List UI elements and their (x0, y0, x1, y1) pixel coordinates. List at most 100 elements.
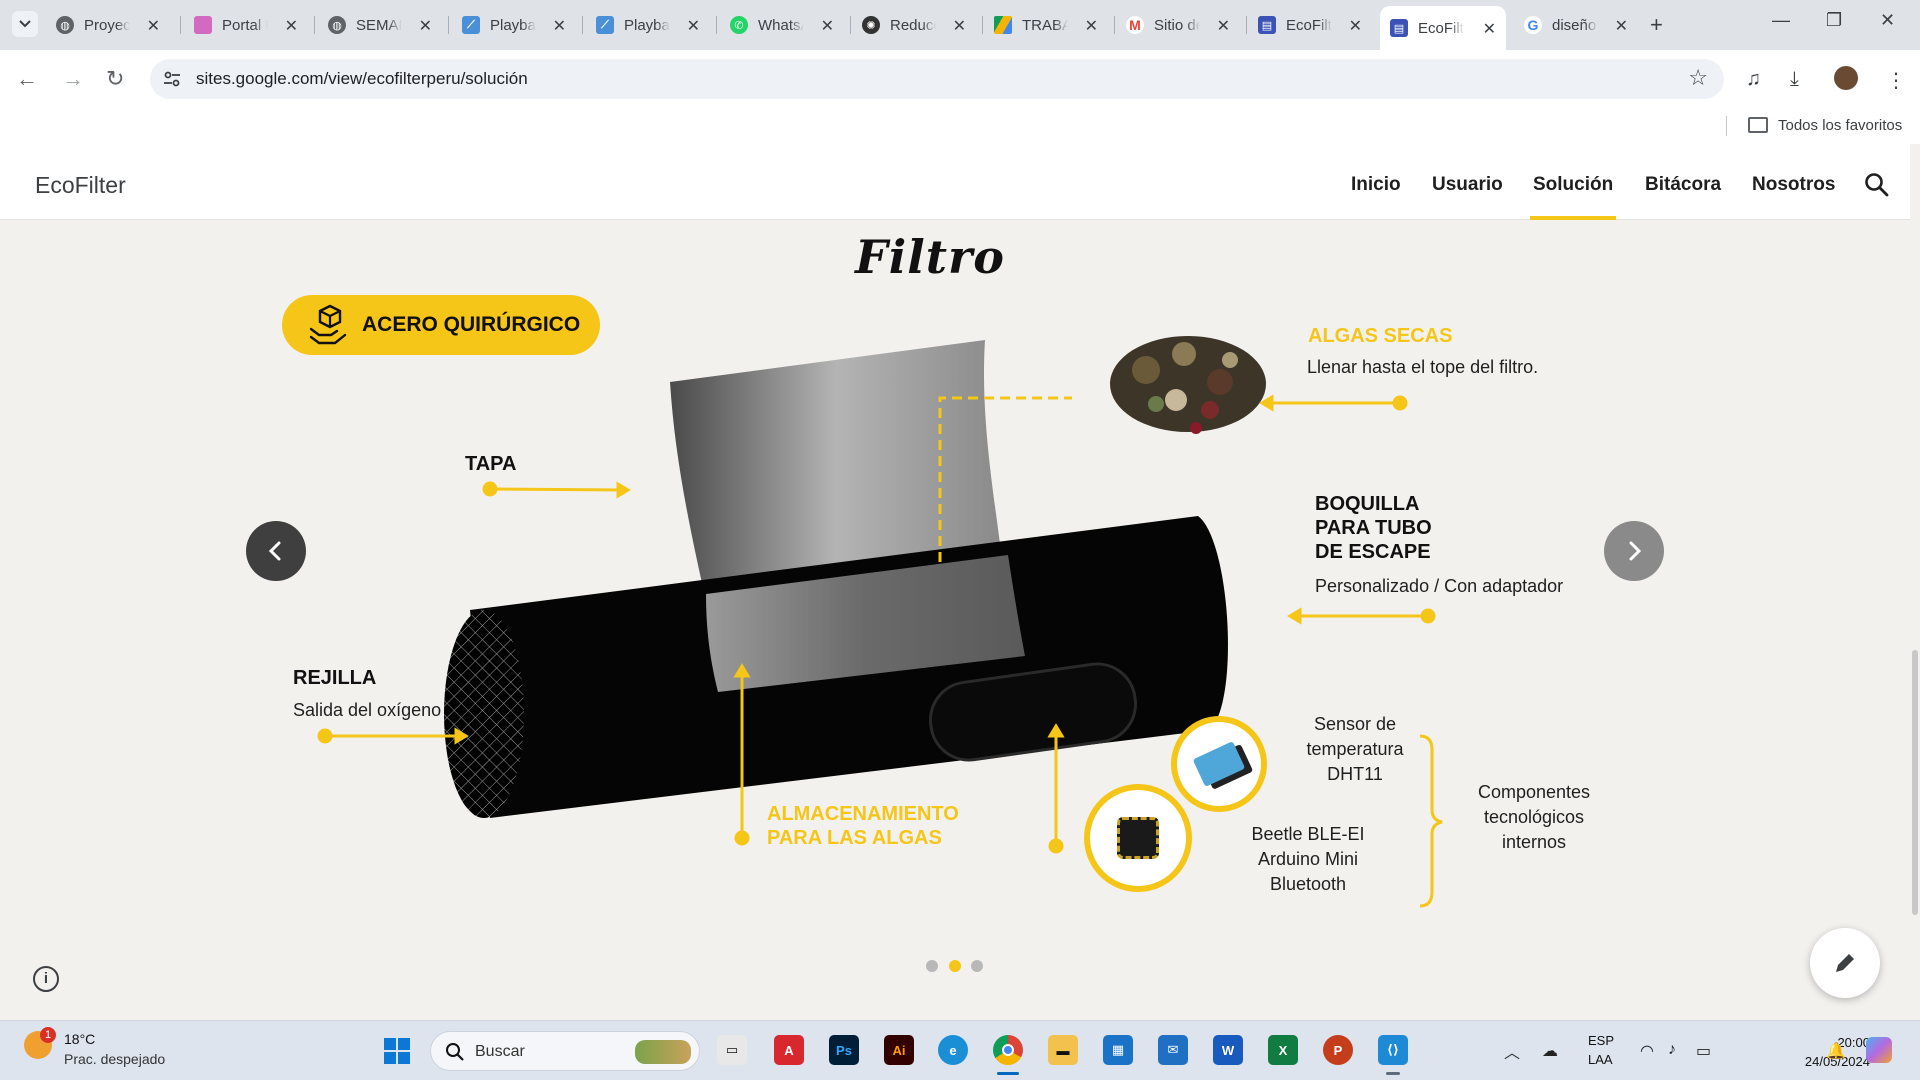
tab-title: EcoFilter (1418, 19, 1464, 37)
tab-strip: ◍ Proyecto ✕ Portal UTP ✕ ◍ SEMANA ✕ ⟋ P… (0, 0, 1920, 50)
profile-avatar[interactable] (1834, 66, 1858, 90)
back-button[interactable]: ← (16, 66, 38, 92)
wifi-icon[interactable]: ◠ (1640, 1041, 1654, 1061)
tab-ecofilter-1[interactable]: ▤ EcoFilter ✕ (1258, 8, 1372, 42)
vscode-app-icon[interactable]: ⟨⟩ (1378, 1035, 1408, 1075)
tab-diseno[interactable]: G diseño ✕ (1524, 8, 1638, 42)
word-app-icon[interactable]: W (1213, 1035, 1243, 1065)
media-control-icon[interactable]: ♫ (1746, 68, 1761, 91)
photoshop-app-icon[interactable]: Ps (829, 1035, 859, 1065)
globe-icon: ◍ (328, 16, 346, 34)
beetle-line1: Beetle BLE-EI (1251, 824, 1365, 844)
bookmark-star-icon[interactable]: ☆ (1688, 65, 1708, 91)
input-layout[interactable]: LAA (1588, 1052, 1613, 1067)
chevron-left-icon (268, 541, 281, 561)
carousel-prev-button[interactable] (246, 521, 306, 581)
autocad-app-icon[interactable]: A (774, 1035, 804, 1065)
file-explorer-app-icon[interactable]: ▭ (717, 1035, 747, 1065)
chevron-right-icon (1629, 541, 1642, 561)
tab-reduccion[interactable]: ✺ Reducción ✕ (862, 8, 976, 42)
tab-ecofilter-active[interactable]: ▤ EcoFilter ✕ (1380, 6, 1506, 50)
store-app-icon[interactable]: ▦ (1103, 1035, 1133, 1065)
tab-sitio[interactable]: M Sitio de ✕ (1126, 8, 1240, 42)
nav-bitacora[interactable]: Bitácora (1645, 174, 1721, 196)
restore-button[interactable]: ❐ (1826, 10, 1842, 31)
download-icon[interactable]: ⤓ (1790, 68, 1799, 91)
input-language[interactable]: ESP (1588, 1033, 1614, 1048)
google-icon: G (1524, 16, 1542, 34)
carousel-dot-2[interactable] (949, 960, 961, 972)
site-info-icon[interactable] (162, 69, 182, 89)
close-icon[interactable]: ✕ (285, 16, 298, 36)
info-icon[interactable]: i (33, 966, 59, 992)
close-icon[interactable]: ✕ (553, 16, 566, 36)
close-icon[interactable]: ✕ (419, 16, 432, 36)
nav-inicio[interactable]: Inicio (1351, 174, 1401, 196)
drive-icon (994, 16, 1012, 34)
defender-icon[interactable]: ☁ (1542, 1041, 1558, 1061)
close-icon[interactable]: ✕ (687, 16, 700, 36)
bookmarks-bar: Todos los favoritos (0, 108, 1920, 144)
edge-app-icon[interactable]: e (938, 1035, 968, 1065)
tab-whatsapp[interactable]: ✆ WhatsApp ✕ (730, 8, 844, 42)
close-icon[interactable]: ✕ (821, 16, 834, 36)
windows-start-icon[interactable] (383, 1037, 411, 1065)
tab-title: Sitio de (1154, 16, 1200, 34)
tab-semana[interactable]: ◍ SEMANA ✕ (328, 8, 442, 42)
all-bookmarks-link[interactable]: Todos los favoritos (1778, 117, 1902, 134)
folder-app-icon[interactable]: ▬ (1048, 1035, 1078, 1065)
battery-icon[interactable]: ▭ (1696, 1041, 1711, 1061)
tab-trabajo[interactable]: TRABAJO ✕ (994, 8, 1108, 42)
tab-search-button[interactable] (12, 11, 38, 37)
mail-app-icon[interactable]: ✉ (1158, 1035, 1188, 1065)
carousel-dot-3[interactable] (971, 960, 983, 972)
carousel-slide: Filtro ACERO QUIRÚRGICO ALGAS SECAS Llen… (0, 220, 1910, 1020)
site-header: EcoFilter Inicio Usuario Solución Bitáco… (0, 144, 1910, 221)
system-clock[interactable]: 20:00 24/05/2024 (1780, 1033, 1870, 1071)
carousel-next-button[interactable] (1604, 521, 1664, 581)
nav-nosotros[interactable]: Nosotros (1752, 174, 1835, 196)
taskbar-search-box[interactable]: Buscar (430, 1031, 700, 1071)
boquilla-line3: DE ESCAPE (1315, 541, 1431, 563)
volume-icon[interactable]: ♪ (1668, 1041, 1676, 1059)
nav-solucion[interactable]: Solución (1529, 174, 1617, 221)
close-icon[interactable]: ✕ (953, 16, 966, 36)
notification-bell-icon[interactable]: 🔔 (1826, 1041, 1846, 1061)
url-text: sites.google.com/view/ecofilterperu/solu… (196, 69, 528, 88)
copilot-icon[interactable] (1866, 1037, 1892, 1063)
menu-kebab-icon[interactable]: ⋮ (1886, 68, 1906, 93)
address-bar[interactable]: sites.google.com/view/ecofilterperu/solu… (150, 59, 1724, 99)
tab-proyecto[interactable]: ◍ Proyecto ✕ (56, 8, 170, 42)
close-icon[interactable]: ✕ (1217, 16, 1230, 36)
powerpoint-app-icon[interactable]: P (1323, 1035, 1353, 1065)
nav-usuario[interactable]: Usuario (1432, 174, 1503, 196)
weather-condition: Prac. despejado (64, 1051, 166, 1067)
weather-temperature: 18°C (64, 1031, 96, 1047)
close-icon[interactable]: ✕ (1483, 19, 1496, 39)
close-icon[interactable]: ✕ (1615, 16, 1628, 36)
tab-playback-2[interactable]: ⟋ Playback ✕ (596, 8, 710, 42)
gmail-icon: M (1126, 16, 1144, 34)
tab-playback-1[interactable]: ⟋ Playback ✕ (462, 8, 576, 42)
tab-portal[interactable]: Portal UTP ✕ (194, 8, 308, 42)
close-icon[interactable]: ✕ (1349, 16, 1362, 36)
tab-title: Reducción (890, 16, 936, 34)
close-window-button[interactable]: ✕ (1880, 10, 1895, 31)
scrollbar-thumb[interactable] (1912, 650, 1918, 915)
reload-button[interactable]: ↻ (106, 66, 124, 92)
forward-button[interactable]: → (62, 66, 84, 92)
close-icon[interactable]: ✕ (1085, 16, 1098, 36)
illustrator-app-icon[interactable]: Ai (884, 1035, 914, 1065)
excel-app-icon[interactable]: X (1268, 1035, 1298, 1065)
close-icon[interactable]: ✕ (147, 16, 160, 36)
tab-title: WhatsApp (758, 16, 804, 34)
sensor-line2: temperatura (1306, 739, 1404, 759)
carousel-dot-1[interactable] (926, 960, 938, 972)
search-icon[interactable] (1864, 172, 1890, 198)
minimize-button[interactable]: — (1772, 10, 1790, 31)
site-brand[interactable]: EcoFilter (35, 172, 126, 199)
chrome-app-icon[interactable] (993, 1035, 1023, 1075)
show-hidden-icons-chevron[interactable]: ︿ (1504, 1039, 1520, 1063)
edit-button[interactable] (1810, 928, 1880, 998)
new-tab-button[interactable]: + (1650, 12, 1663, 38)
